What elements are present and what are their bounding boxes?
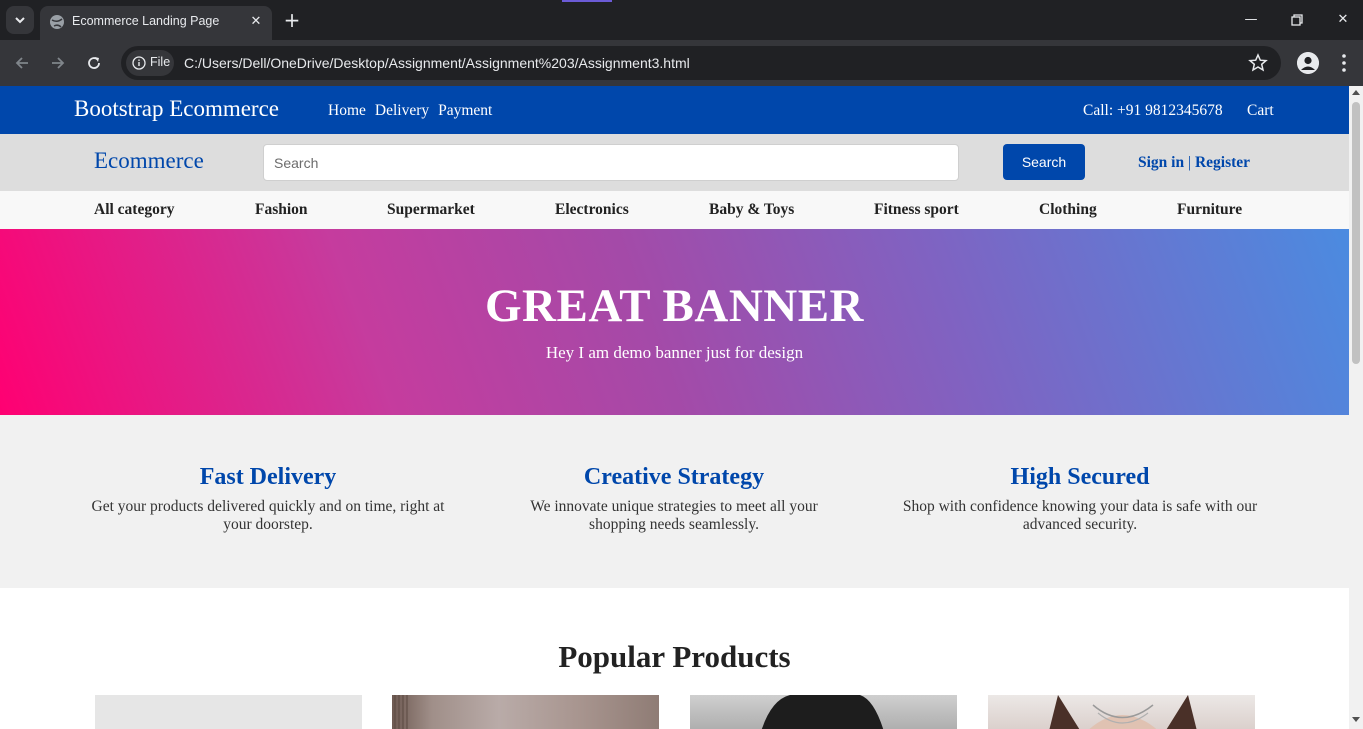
register-link[interactable]: Register xyxy=(1195,154,1250,171)
reload-icon[interactable] xyxy=(82,51,106,75)
info-icon xyxy=(132,56,146,70)
site-chip-label: File xyxy=(150,55,171,69)
tab-search-button[interactable] xyxy=(6,6,34,34)
nav-home-link[interactable]: Home xyxy=(328,102,366,120)
address-bar[interactable]: File C:/Users/Dell/OneDrive/Desktop/Assi… xyxy=(121,46,1281,80)
browser-toolbar: File C:/Users/Dell/OneDrive/Desktop/Assi… xyxy=(0,40,1363,86)
sign-in-link[interactable]: Sign in xyxy=(1138,154,1184,171)
search-row: Ecommerce Search Sign in | Register xyxy=(0,134,1349,191)
auth-links: Sign in | Register xyxy=(1138,154,1250,172)
nav-delivery-link[interactable]: Delivery xyxy=(375,102,429,120)
category-supermarket[interactable]: Supermarket xyxy=(387,201,475,219)
page-scrollbar[interactable] xyxy=(1349,86,1363,729)
features-section: Fast Delivery Get your products delivere… xyxy=(0,415,1349,588)
minimize-icon[interactable]: — xyxy=(1236,6,1266,34)
feature-title: Fast Delivery xyxy=(199,464,337,490)
tab-strip-accent xyxy=(562,0,612,2)
category-clothing[interactable]: Clothing xyxy=(1039,201,1097,219)
hero-banner: GREAT BANNER Hey I am demo banner just f… xyxy=(0,229,1349,415)
top-navbar: Bootstrap Ecommerce Home Delivery Paymen… xyxy=(0,86,1349,134)
cart-link[interactable]: Cart xyxy=(1247,102,1274,120)
back-icon[interactable] xyxy=(10,51,34,75)
scroll-up-icon[interactable] xyxy=(1352,90,1360,95)
category-electronics[interactable]: Electronics xyxy=(555,201,629,219)
auth-separator: | xyxy=(1187,154,1192,171)
site-info-chip[interactable]: File xyxy=(126,50,174,76)
feature-text: We innovate unique strategies to meet al… xyxy=(530,498,818,533)
product-card-image[interactable] xyxy=(988,695,1255,729)
product-card-image[interactable] xyxy=(392,695,659,729)
chevron-down-icon xyxy=(15,17,25,24)
bookmark-star-icon[interactable] xyxy=(1248,53,1268,73)
category-fashion[interactable]: Fashion xyxy=(255,201,308,219)
feature-title: High Secured xyxy=(1010,464,1150,490)
globe-icon xyxy=(50,15,64,29)
top-nav-links: Home Delivery Payment xyxy=(328,102,492,120)
close-tab-icon[interactable]: ✕ xyxy=(247,13,265,31)
feature-text: Shop with confidence knowing your data i… xyxy=(902,498,1258,533)
feature-high-secured: High Secured Shop with confidence knowin… xyxy=(900,464,1260,534)
category-fitness-sport[interactable]: Fitness sport xyxy=(874,201,959,219)
brand-link[interactable]: Bootstrap Ecommerce xyxy=(74,96,279,122)
category-baby-toys[interactable]: Baby & Toys xyxy=(709,201,794,219)
banner-title: GREAT BANNER xyxy=(484,280,865,332)
new-tab-icon[interactable]: + xyxy=(281,9,303,31)
site-logo[interactable]: Ecommerce xyxy=(94,148,204,174)
more-menu-icon[interactable] xyxy=(1334,51,1354,75)
banner-subtitle: Hey I am demo banner just for design xyxy=(545,343,804,362)
close-window-icon[interactable]: ✕ xyxy=(1328,6,1358,34)
browser-tab-strip: Ecommerce Landing Page ✕ + — ✕ xyxy=(0,0,1363,40)
search-button[interactable]: Search xyxy=(1003,144,1085,180)
product-card-image[interactable] xyxy=(690,695,957,729)
forward-icon[interactable] xyxy=(46,51,70,75)
category-furniture[interactable]: Furniture xyxy=(1177,201,1242,219)
scrollbar-thumb[interactable] xyxy=(1352,102,1360,364)
search-input[interactable] xyxy=(263,144,959,181)
tab-title: Ecommerce Landing Page xyxy=(72,14,220,28)
feature-title: Creative Strategy xyxy=(583,464,765,490)
page-viewport: Bootstrap Ecommerce Home Delivery Paymen… xyxy=(0,86,1349,729)
scroll-down-icon[interactable] xyxy=(1352,717,1360,722)
nav-payment-link[interactable]: Payment xyxy=(438,102,492,120)
product-card-image[interactable] xyxy=(95,695,362,729)
category-bar: All category Fashion Supermarket Electro… xyxy=(0,191,1349,229)
call-link[interactable]: Call: +91 9812345678 xyxy=(1083,102,1223,120)
feature-creative-strategy: Creative Strategy We innovate unique str… xyxy=(494,464,854,534)
category-all[interactable]: All category xyxy=(94,201,174,219)
browser-tab[interactable]: Ecommerce Landing Page ✕ xyxy=(40,6,272,40)
profile-icon[interactable] xyxy=(1297,52,1319,74)
popular-products-title: Popular Products xyxy=(558,639,791,674)
restore-icon[interactable] xyxy=(1282,6,1312,34)
feature-fast-delivery: Fast Delivery Get your products delivere… xyxy=(88,464,448,534)
feature-text: Get your products delivered quickly and … xyxy=(91,498,445,533)
url-text[interactable]: C:/Users/Dell/OneDrive/Desktop/Assignmen… xyxy=(184,55,690,71)
